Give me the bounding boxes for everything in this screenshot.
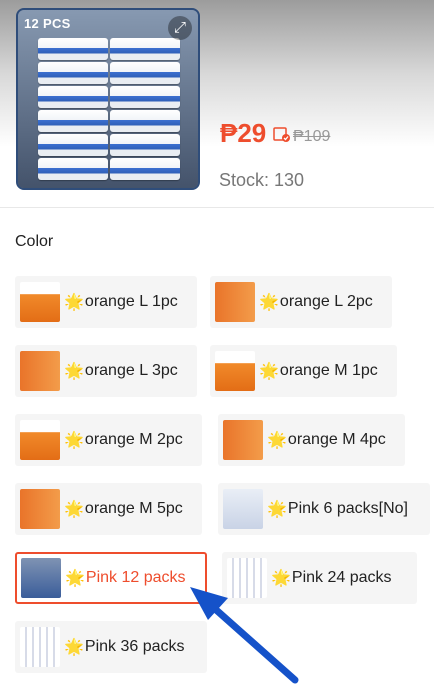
pointer-arrow — [190, 587, 299, 684]
